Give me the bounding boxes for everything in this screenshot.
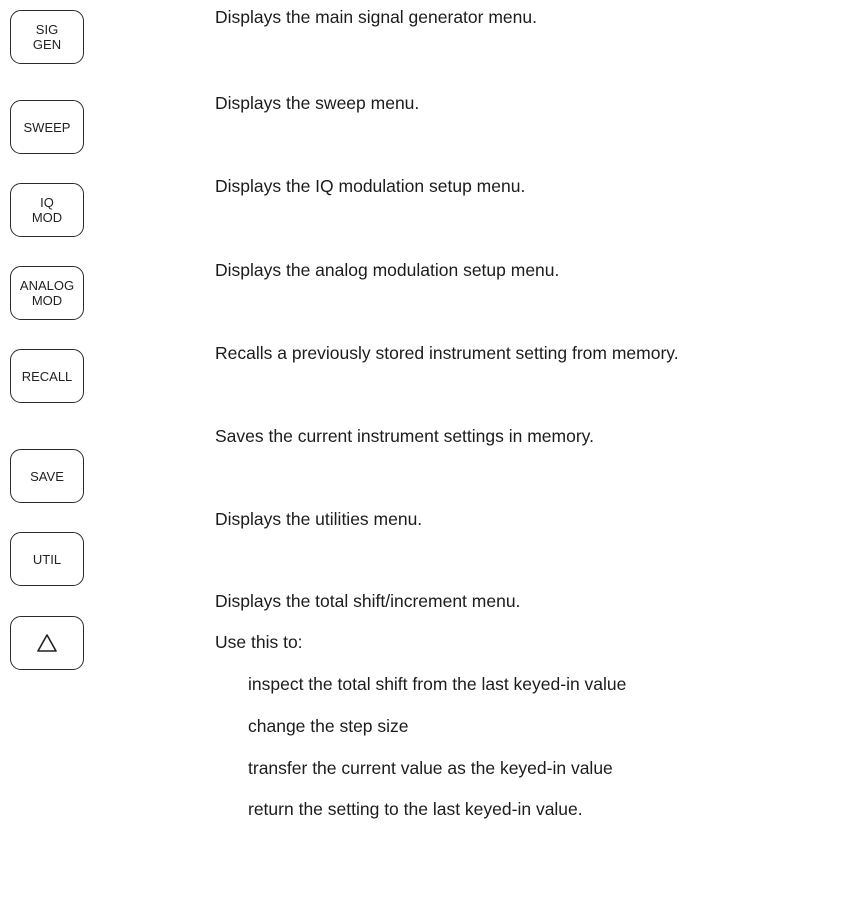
key-label-line2: MOD [31,210,63,225]
util-description: Displays the utilities menu. [215,509,423,529]
key-label-line1: UTIL [32,551,62,567]
key-label-line1: IQ [40,195,54,210]
key-label-line1: RECALL [21,368,73,384]
save-description: Saves the current instrument settings in… [215,426,594,446]
delta-key[interactable] [10,616,84,670]
use-item: return the setting to the last keyed-in … [248,799,583,819]
sweep-description: Displays the sweep menu. [215,93,420,113]
key-label-line2: MOD [31,293,63,308]
iq-mod-key[interactable]: IQ MOD [10,183,84,237]
key-label-line1: SAVE [30,468,64,484]
delta-description: Displays the total shift/increment menu. [215,591,521,611]
use-intro: Use this to: [215,632,303,652]
sig-gen-description: Displays the main signal generator menu. [215,7,537,27]
util-key[interactable]: UTIL [10,532,84,586]
recall-description: Recalls a previously stored instrument s… [215,343,679,363]
key-label-line2: GEN [32,37,62,52]
analog-mod-key[interactable]: ANALOG MOD [10,266,84,320]
save-key[interactable]: SAVE [10,449,84,503]
key-label-line1: SWEEP [23,119,71,135]
use-item: transfer the current value as the keyed-… [248,758,613,778]
sig-gen-key[interactable]: SIG GEN [10,10,84,64]
use-item: inspect the total shift from the last ke… [248,674,627,694]
iq-mod-description: Displays the IQ modulation setup menu. [215,176,526,196]
use-item: change the step size [248,716,409,736]
analog-mod-description: Displays the analog modulation setup men… [215,260,560,280]
recall-key[interactable]: RECALL [10,349,84,403]
delta-triangle-icon [36,633,58,653]
key-label-line1: ANALOG [19,278,75,293]
key-label-line1: SIG [35,22,59,37]
sweep-key[interactable]: SWEEP [10,100,84,154]
